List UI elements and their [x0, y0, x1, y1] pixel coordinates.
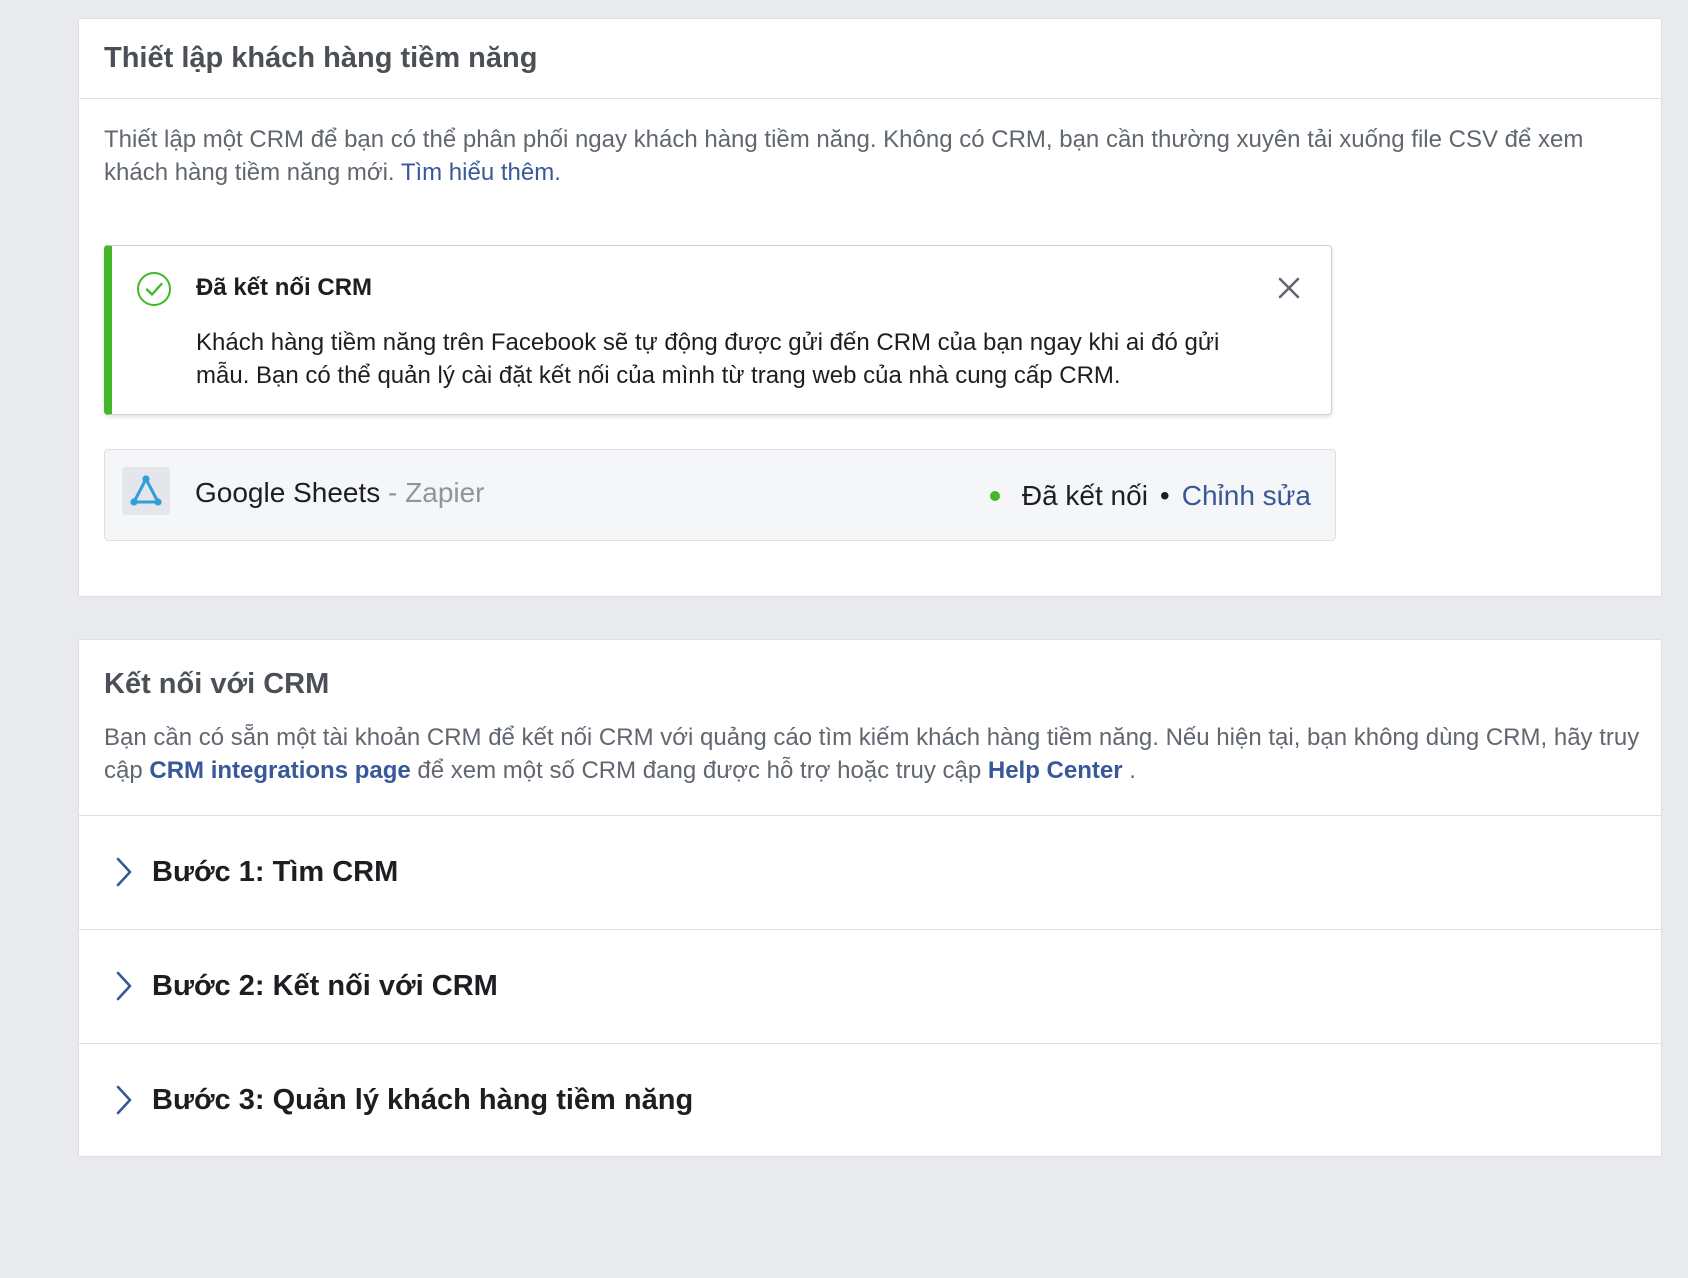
edit-link[interactable]: Chỉnh sửa — [1182, 480, 1311, 512]
connect-crm-card: Kết nối với CRM Bạn cần có sẵn một tài k… — [78, 639, 1662, 1157]
step-1-find-crm[interactable]: Bước 1: Tìm CRM — [79, 816, 1661, 929]
lead-setup-card: Thiết lập khách hàng tiềm năng Thiết lập… — [78, 18, 1662, 597]
notice-body: Khách hàng tiềm năng trên Facebook sẽ tự… — [196, 329, 1220, 389]
chevron-right-icon — [116, 1085, 132, 1115]
zapier-logo-icon — [122, 467, 170, 515]
integration-app-name: Google Sheets — [195, 477, 381, 508]
step-1-label: Bước 1: Tìm CRM — [152, 856, 399, 888]
chevron-right-icon — [116, 971, 132, 1001]
crm-connected-notice: Đã kết nối CRM Khách hàng tiềm năng trên… — [104, 245, 1332, 415]
chevron-right-icon — [116, 857, 132, 887]
connect-crm-description: Bạn cần có sẵn một tài khoản CRM để kết … — [104, 721, 1644, 787]
lead-setup-header: Thiết lập khách hàng tiềm năng — [79, 19, 1661, 99]
step-3-label: Bước 3: Quản lý khách hàng tiềm năng — [152, 1084, 694, 1116]
status-dot-icon — [989, 491, 1000, 501]
check-circle-icon — [137, 272, 171, 306]
integration-name: Google Sheets - Zapier — [195, 477, 485, 509]
status-label: Đã kết nối — [1021, 480, 1148, 511]
learn-more-link[interactable]: Tìm hiểu thêm. — [401, 159, 561, 186]
lead-setup-description-text: Thiết lập một CRM để bạn có thể phân phố… — [104, 126, 1584, 186]
connect-desc-part3: . — [1122, 757, 1136, 784]
step-2-label: Bước 2: Kết nối với CRM — [152, 970, 498, 1002]
lead-setup-title: Thiết lập khách hàng tiềm năng — [104, 42, 538, 74]
connect-desc-part2: để xem một số CRM đang được hỗ trợ hoặc … — [410, 757, 988, 784]
integration-status: Đã kết nối • Chỉnh sửa — [989, 480, 1311, 512]
integration-separator: - — [380, 477, 406, 508]
step-3-manage-leads[interactable]: Bước 3: Quản lý khách hàng tiềm năng — [79, 1044, 1661, 1157]
lead-setup-description: Thiết lập một CRM để bạn có thể phân phố… — [104, 123, 1634, 189]
step-2-connect-crm[interactable]: Bước 2: Kết nối với CRM — [79, 930, 1661, 1043]
integration-provider: Zapier — [405, 477, 485, 508]
close-icon[interactable] — [1275, 274, 1303, 302]
connect-crm-title: Kết nối với CRM — [104, 668, 330, 700]
help-center-link[interactable]: Help Center — [988, 757, 1123, 784]
crm-integrations-link[interactable]: CRM integrations page — [149, 757, 410, 784]
status-bullet: • — [1159, 480, 1170, 511]
crm-integration-row: Google Sheets - Zapier Đã kết nối • Chỉn… — [104, 449, 1336, 541]
notice-title: Đã kết nối CRM — [196, 274, 373, 301]
